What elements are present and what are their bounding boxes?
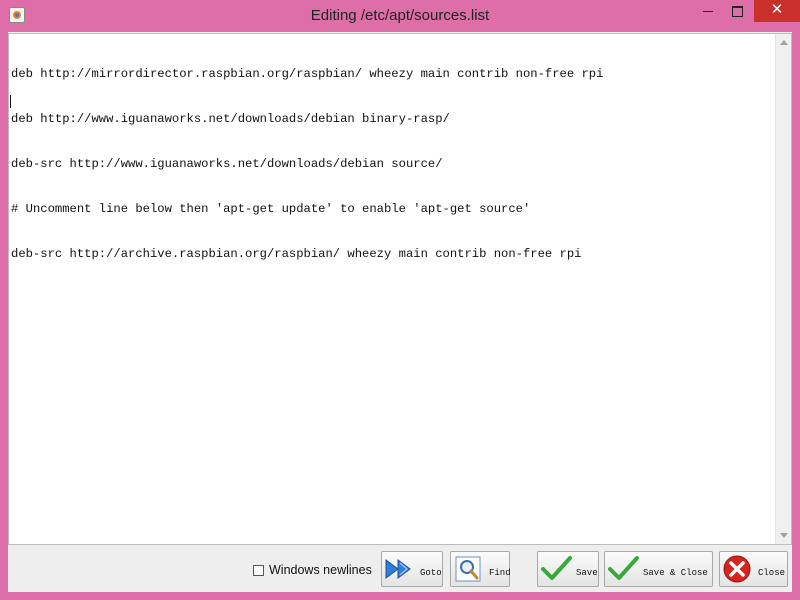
save-button[interactable]: Save [537,551,599,587]
goto-label: Goto [420,568,442,578]
windows-newlines-checkbox[interactable] [253,564,264,576]
window-close-button[interactable]: ✕ [754,0,800,22]
text-line[interactable]: deb http://mirrordirector.raspbian.org/r… [11,67,773,82]
title-bar[interactable]: Editing /etc/apt/sources.list ✕ [0,0,800,32]
double-arrow-right-icon [384,554,418,584]
checkmark-icon [607,554,641,584]
close-button[interactable]: Close [719,551,788,587]
find-button[interactable]: Find [450,551,511,587]
text-editor[interactable]: deb http://mirrordirector.raspbian.org/r… [8,33,792,545]
minimize-icon [703,10,713,12]
windows-newlines-option[interactable]: Windows newlines [253,561,372,579]
save-and-close-button[interactable]: Save & Close [604,551,713,587]
bottom-toolbar: Windows newlines Goto Find Save Save & C… [8,546,792,592]
magnifier-icon [453,554,487,584]
scroll-up-arrow-icon[interactable] [780,40,788,45]
window-title: Editing /etc/apt/sources.list [310,7,490,24]
text-area[interactable]: deb http://mirrordirector.raspbian.org/r… [11,37,773,542]
save-and-close-label: Save & Close [643,568,708,578]
text-line[interactable]: deb-src http://www.iguanaworks.net/downl… [11,157,773,172]
text-line[interactable]: deb http://www.iguanaworks.net/downloads… [11,112,773,127]
minimize-button[interactable] [694,0,722,22]
text-line[interactable]: # Uncomment line below then 'apt-get upd… [11,202,773,217]
editor-window: Editing /etc/apt/sources.list ✕ deb http… [0,0,800,600]
save-label: Save [576,568,598,578]
close-icon: ✕ [770,1,784,18]
checkmark-icon [540,554,574,584]
maximize-icon [731,6,743,17]
windows-newlines-label: Windows newlines [269,563,372,577]
text-line[interactable]: deb-src http://archive.raspbian.org/rasp… [11,247,773,262]
red-x-icon [722,554,756,584]
vertical-scrollbar[interactable] [775,34,791,544]
text-caret [10,95,11,108]
find-label: Find [489,568,511,578]
scroll-down-arrow-icon[interactable] [780,533,788,538]
goto-button[interactable]: Goto [381,551,443,587]
window-content: deb http://mirrordirector.raspbian.org/r… [8,32,792,592]
maximize-button[interactable] [723,0,751,22]
close-label: Close [758,568,786,578]
